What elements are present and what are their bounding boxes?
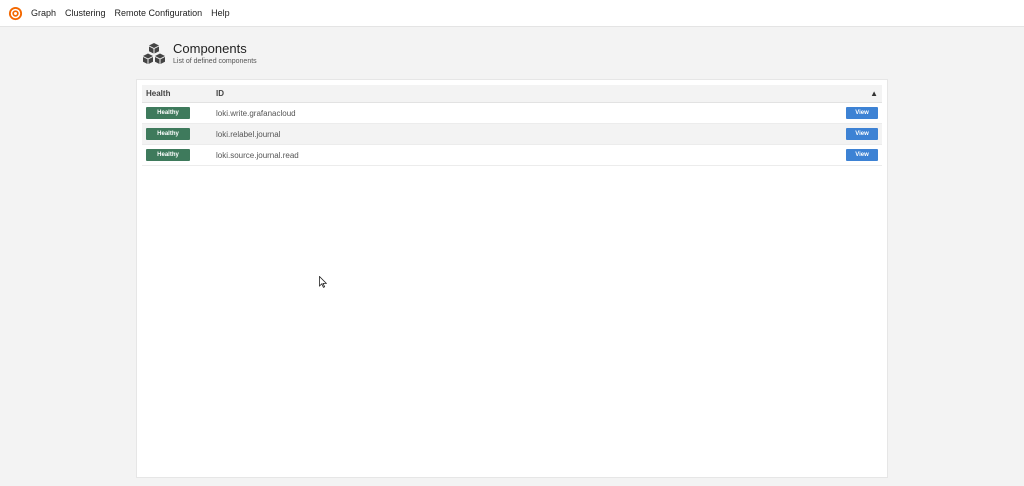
nav-item-help[interactable]: Help: [211, 0, 230, 27]
status-badge: Healthy: [146, 128, 190, 140]
cubes-icon: [142, 42, 166, 66]
column-header-id[interactable]: ID: [216, 89, 224, 98]
components-panel: Health ID ▲ Healthy loki.write.grafanacl…: [136, 79, 888, 478]
component-id: loki.relabel.journal: [216, 129, 281, 139]
top-navbar: Graph Clustering Remote Configuration He…: [0, 0, 1024, 27]
status-badge: Healthy: [146, 107, 190, 119]
view-button[interactable]: View: [846, 107, 878, 119]
nav-menu: Graph Clustering Remote Configuration He…: [31, 0, 239, 27]
grafana-logo-icon[interactable]: [8, 6, 23, 21]
table-row: Healthy loki.relabel.journal View: [142, 124, 882, 145]
sort-ascending-icon[interactable]: ▲: [870, 89, 878, 98]
page-header: Components List of defined components: [142, 39, 257, 69]
table-header: Health ID ▲: [142, 85, 882, 103]
page-title: Components: [173, 41, 247, 56]
view-button[interactable]: View: [846, 128, 878, 140]
components-table: Health ID ▲ Healthy loki.write.grafanacl…: [142, 85, 882, 166]
component-id: loki.write.grafanacloud: [216, 108, 296, 118]
component-id: loki.source.journal.read: [216, 150, 299, 160]
view-button[interactable]: View: [846, 149, 878, 161]
status-badge: Healthy: [146, 149, 190, 161]
nav-item-graph[interactable]: Graph: [31, 0, 56, 27]
nav-item-remote-configuration[interactable]: Remote Configuration: [115, 0, 203, 27]
column-header-health[interactable]: Health: [146, 89, 170, 98]
table-row: Healthy loki.write.grafanacloud View: [142, 103, 882, 124]
table-row: Healthy loki.source.journal.read View: [142, 145, 882, 166]
header-text: Components List of defined components: [173, 41, 257, 67]
mouse-cursor-icon: [319, 275, 328, 288]
page-subtitle: List of defined components: [173, 58, 257, 65]
nav-item-clustering[interactable]: Clustering: [65, 0, 106, 27]
